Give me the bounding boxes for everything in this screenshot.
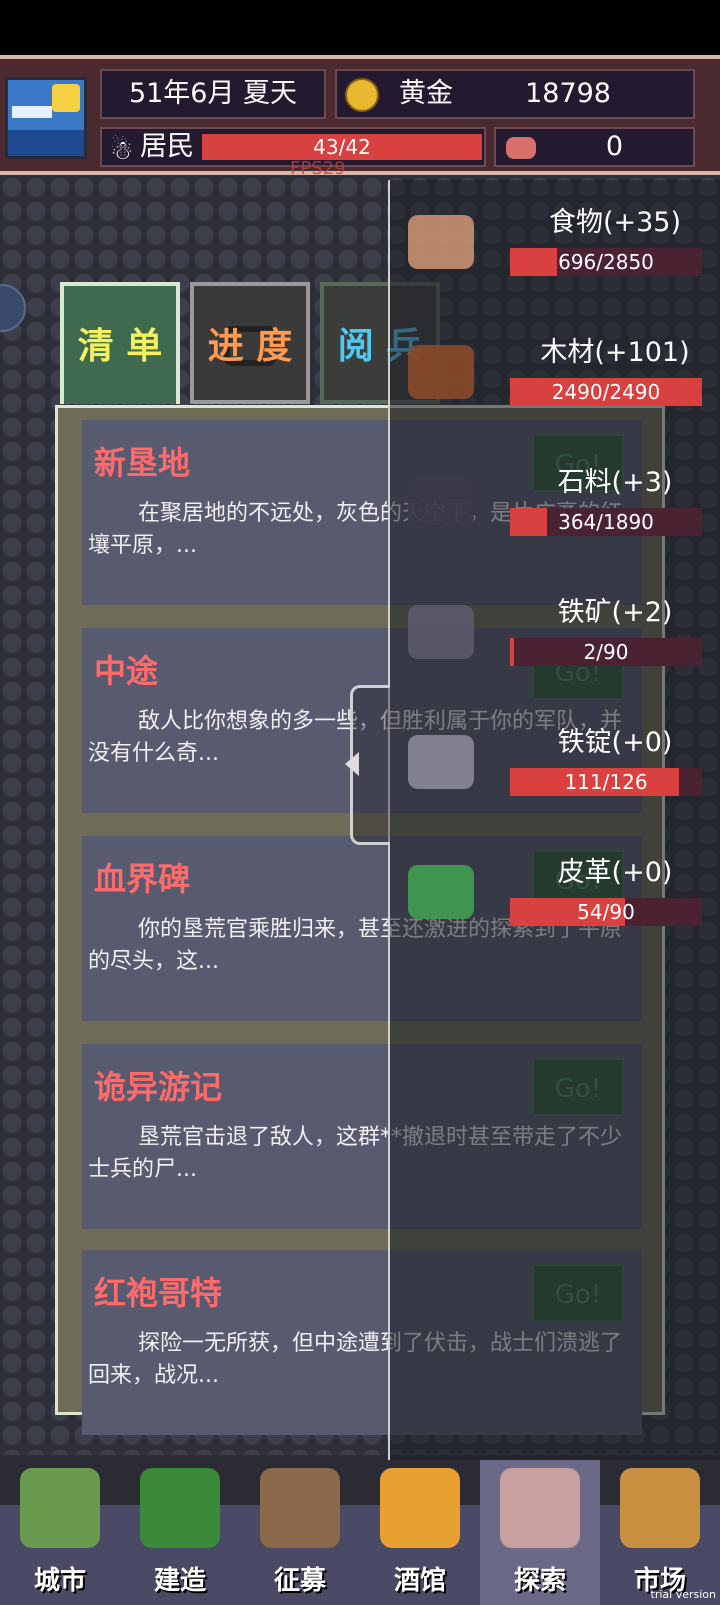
resident-icon: ☃ [110, 136, 134, 166]
tab-list[interactable]: 清 单 [60, 282, 180, 404]
bread-icon [408, 215, 474, 269]
expedition-title: 中途 [94, 652, 159, 690]
meat-box: 0 [494, 127, 695, 167]
date-text: 51年6月 夏天 [128, 78, 298, 109]
resource-value: 2/90 [583, 640, 629, 664]
nav-item-2[interactable]: 征募 [240, 1460, 360, 1605]
resource-bar: 364/1890 [510, 508, 702, 536]
gold-icon [345, 78, 379, 112]
resource-bar: 2490/2490 [510, 378, 702, 406]
hud-panel: 51年6月 夏天 黄金 18798 ☃ 居民 43/42 0 [0, 55, 720, 175]
nav-label: 征募 [273, 1566, 326, 1596]
build-icon [140, 1468, 220, 1548]
stone-icon [408, 475, 474, 529]
tab-progress[interactable]: 进 度 [190, 282, 310, 404]
resource-bar: 111/126 [510, 768, 702, 796]
date-box: 51年6月 夏天 [100, 69, 326, 119]
residents-label: 居民 [140, 131, 194, 162]
expedition-title: 诡异游记 [94, 1068, 223, 1106]
meat-value: 0 [605, 131, 623, 162]
iron-ingot-icon [408, 735, 474, 789]
nav-item-1[interactable]: 建造 [120, 1460, 240, 1605]
resource-name: 木材(+101) [540, 337, 690, 368]
tavern-icon [380, 1468, 460, 1548]
resource-value: 2490/2490 [551, 380, 661, 404]
explore-icon [500, 1468, 580, 1548]
resource-name: 铁矿(+2) [557, 597, 673, 628]
tab-list-label: 清 单 [77, 326, 163, 367]
gold-value: 18798 [525, 78, 611, 109]
market-icon [620, 1468, 700, 1548]
nav-item-3[interactable]: 酒馆 [360, 1460, 480, 1605]
resource-value: 54/90 [577, 900, 635, 924]
leather-icon [408, 865, 474, 919]
resource-name: 食物(+35) [548, 207, 682, 238]
resource-bar: 2/90 [510, 638, 702, 666]
resource-name: 铁锭(+0) [557, 727, 673, 758]
expedition-title: 新垦地 [94, 444, 191, 482]
city-icon [20, 1468, 100, 1548]
resource-value: 696/2850 [558, 250, 654, 274]
resource-name: 皮革(+0) [557, 857, 673, 888]
nav-label: 建造 [153, 1566, 206, 1596]
overlay-pull-tab[interactable] [345, 685, 390, 845]
residents-value: 43/42 [313, 135, 371, 159]
residents-bar: 43/42 [202, 134, 482, 160]
status-bar [0, 0, 720, 55]
wood-icon [408, 345, 474, 399]
fps-counter: FPS29 [290, 158, 346, 179]
nav-label: 探索 [513, 1566, 566, 1596]
nav-item-5[interactable]: 市场 [600, 1460, 720, 1605]
nav-item-0[interactable]: 城市 [0, 1460, 120, 1605]
resource-bar: 54/90 [510, 898, 702, 926]
meat-icon [506, 137, 536, 159]
avatar[interactable] [5, 77, 87, 159]
resource-name: 石料(+3) [557, 467, 673, 498]
recruit-icon [260, 1468, 340, 1548]
resource-value: 364/1890 [558, 510, 654, 534]
gold-label: 黄金 [399, 78, 453, 109]
iron-ore-icon [408, 605, 474, 659]
expedition-title: 血界碑 [94, 860, 191, 898]
nav-item-4[interactable]: 探索 [480, 1460, 600, 1605]
nav-label: 酒馆 [393, 1566, 446, 1596]
expedition-title: 红袍哥特 [94, 1274, 223, 1312]
nav-label: 城市 [33, 1566, 86, 1596]
resource-value: 111/126 [564, 770, 648, 794]
resource-bar: 696/2850 [510, 248, 702, 276]
watermark: trial version [650, 1588, 716, 1601]
tab-progress-label: 进 度 [207, 326, 293, 367]
gold-box: 黄金 18798 [335, 69, 695, 119]
